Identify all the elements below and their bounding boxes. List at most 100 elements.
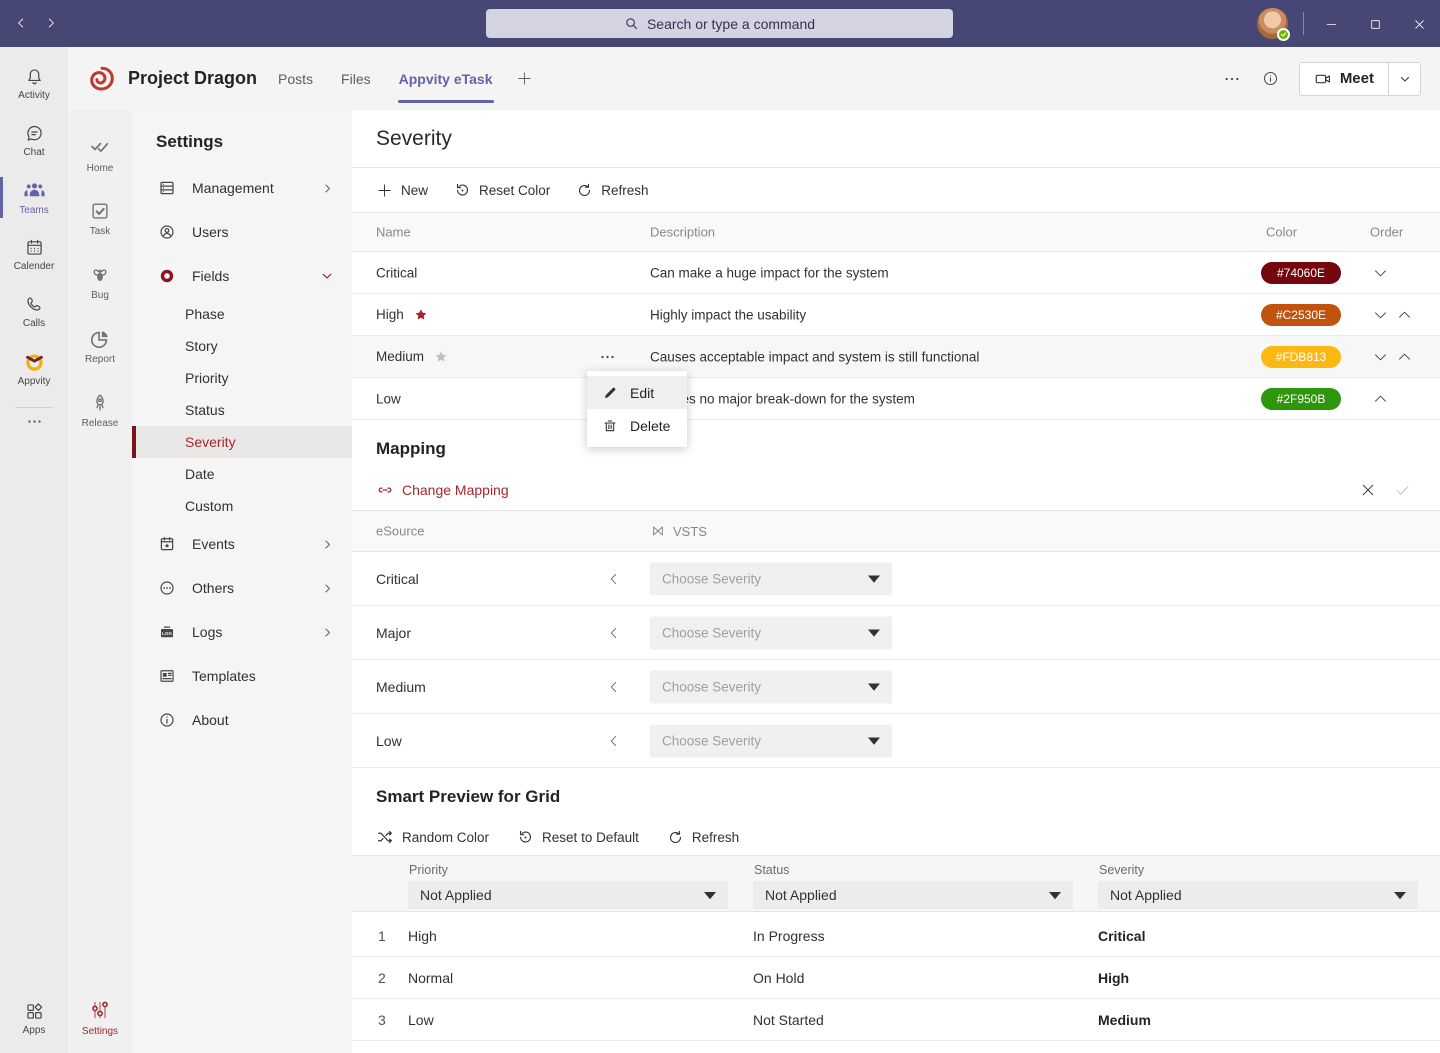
nav-custom[interactable]: Custom [132, 490, 352, 522]
severity-row-medium[interactable]: Medium Causes acceptable impact and syst… [352, 336, 1440, 378]
nav-back-icon[interactable] [14, 15, 28, 31]
choose-severity-dropdown[interactable]: Choose Severity [650, 670, 892, 703]
dropdown-caret-icon [868, 682, 880, 691]
nav-management[interactable]: Management [132, 166, 352, 210]
module-report[interactable]: Report [68, 314, 132, 378]
choose-severity-dropdown[interactable]: Choose Severity [650, 616, 892, 649]
row-name-group: High [376, 307, 429, 323]
refresh-button[interactable]: Refresh [576, 182, 648, 199]
move-down-icon[interactable] [1372, 348, 1389, 365]
chevron-right-icon [321, 582, 334, 595]
nav-status[interactable]: Status [132, 394, 352, 426]
severity-row-low[interactable]: Low Causes no major break-down for the s… [352, 378, 1440, 420]
severity-row-high[interactable]: High Highly impact the usability #C2530E [352, 294, 1440, 336]
nav-phase[interactable]: Phase [132, 298, 352, 330]
avatar[interactable] [1257, 8, 1288, 39]
refresh-icon [667, 829, 684, 846]
move-up-icon[interactable] [1396, 306, 1413, 323]
settings-content: Severity New Reset Color Refresh Name De… [352, 110, 1440, 1053]
release-rocket-icon [89, 392, 111, 414]
context-delete[interactable]: Delete [587, 409, 687, 442]
search-placeholder: Search or type a command [647, 16, 815, 32]
module-bug[interactable]: Bug [68, 250, 132, 314]
map-arrow-left-icon [606, 571, 622, 587]
sidebar-item-calendar[interactable]: Calender [0, 226, 68, 283]
sidebar-item-teams[interactable]: Teams [0, 169, 68, 226]
logs-icon: LOG [158, 623, 176, 641]
move-up-icon[interactable] [1372, 390, 1389, 407]
status-filter-dropdown[interactable]: Not Applied [753, 881, 1073, 909]
tab-files[interactable]: Files [340, 47, 372, 110]
nav-fields[interactable]: Fields [132, 254, 352, 298]
meet-options-chevron[interactable] [1388, 63, 1420, 95]
move-down-icon[interactable] [1372, 306, 1389, 323]
nav-about[interactable]: About [132, 698, 352, 742]
module-release[interactable]: Release [68, 378, 132, 442]
reset-color-button[interactable]: Reset Color [454, 182, 550, 199]
color-pill[interactable]: #C2530E [1261, 304, 1341, 326]
add-tab-icon[interactable] [516, 70, 533, 87]
move-up-icon[interactable] [1396, 348, 1413, 365]
maximize-button[interactable] [1360, 10, 1390, 38]
random-color-button[interactable]: Random Color [376, 828, 489, 846]
row-more-icon[interactable] [600, 349, 615, 364]
rail-more-icon[interactable] [27, 414, 42, 429]
cancel-mapping-x-icon[interactable] [1360, 482, 1376, 498]
confirm-mapping-check-icon[interactable] [1394, 482, 1411, 499]
nav-label: Logs [192, 624, 222, 640]
rail-label: Appvity [18, 376, 51, 387]
new-button[interactable]: New [376, 182, 428, 199]
preview-toolbar: Random Color Reset to Default Refresh [352, 820, 1440, 854]
priority-cell: Normal [408, 970, 453, 986]
tab-posts[interactable]: Posts [277, 47, 314, 110]
search-input[interactable]: Search or type a command [486, 9, 953, 38]
nav-priority[interactable]: Priority [132, 362, 352, 394]
sidebar-item-chat[interactable]: Chat [0, 112, 68, 169]
close-button[interactable] [1404, 10, 1434, 38]
module-home[interactable]: Home [68, 122, 132, 186]
about-info-icon [158, 711, 176, 729]
nav-logs[interactable]: LOG Logs [132, 610, 352, 654]
dropdown-caret-icon [868, 628, 880, 637]
rail-divider [15, 407, 53, 408]
priority-filter-dropdown[interactable]: Not Applied [408, 881, 728, 909]
nav-forward-icon[interactable] [44, 15, 58, 31]
sidebar-item-appvity[interactable]: Appvity [0, 340, 68, 397]
sidebar-item-activity[interactable]: Activity [0, 55, 68, 112]
tab-appvity-etask[interactable]: Appvity eTask [398, 47, 494, 110]
default-star-icon[interactable] [413, 307, 429, 323]
severity-row-critical[interactable]: Critical Can make a huge impact for the … [352, 252, 1440, 294]
move-down-icon[interactable] [1372, 264, 1389, 281]
row-description: Can make a huge impact for the system [650, 265, 889, 280]
team-name: Project Dragon [128, 68, 257, 89]
reset-to-default-button[interactable]: Reset to Default [517, 829, 639, 846]
nav-events[interactable]: Events [132, 522, 352, 566]
info-icon[interactable] [1262, 70, 1279, 87]
nav-story[interactable]: Story [132, 330, 352, 362]
nav-others[interactable]: Others [132, 566, 352, 610]
nav-severity[interactable]: Severity [132, 426, 352, 458]
sidebar-item-calls[interactable]: Calls [0, 283, 68, 340]
choose-severity-dropdown[interactable]: Choose Severity [650, 724, 892, 757]
row-description: Highly impact the usability [650, 307, 806, 322]
color-pill[interactable]: #FDB813 [1261, 346, 1341, 368]
color-pill[interactable]: #74060E [1261, 262, 1341, 284]
minimize-button[interactable] [1316, 10, 1346, 38]
row-description: Causes no major break-down for the syste… [650, 391, 915, 406]
refresh-button[interactable]: Refresh [667, 829, 739, 846]
module-settings[interactable]: Settings [68, 985, 132, 1049]
nav-date[interactable]: Date [132, 458, 352, 490]
module-task[interactable]: Task [68, 186, 132, 250]
color-pill[interactable]: #2F950B [1261, 388, 1341, 410]
choose-severity-dropdown[interactable]: Choose Severity [650, 562, 892, 595]
preview-heading-row: Smart Preview for Grid [376, 776, 560, 818]
nav-templates[interactable]: Templates [132, 654, 352, 698]
nav-users[interactable]: Users [132, 210, 352, 254]
header-more-icon[interactable] [1224, 71, 1240, 87]
sidebar-item-apps[interactable]: Apps [0, 990, 68, 1047]
change-mapping-link[interactable]: Change Mapping [376, 481, 509, 499]
context-edit[interactable]: Edit [587, 376, 687, 409]
meet-button[interactable]: Meet [1300, 63, 1388, 95]
set-default-star-icon[interactable] [433, 349, 449, 365]
severity-filter-dropdown[interactable]: Not Applied [1098, 881, 1418, 909]
